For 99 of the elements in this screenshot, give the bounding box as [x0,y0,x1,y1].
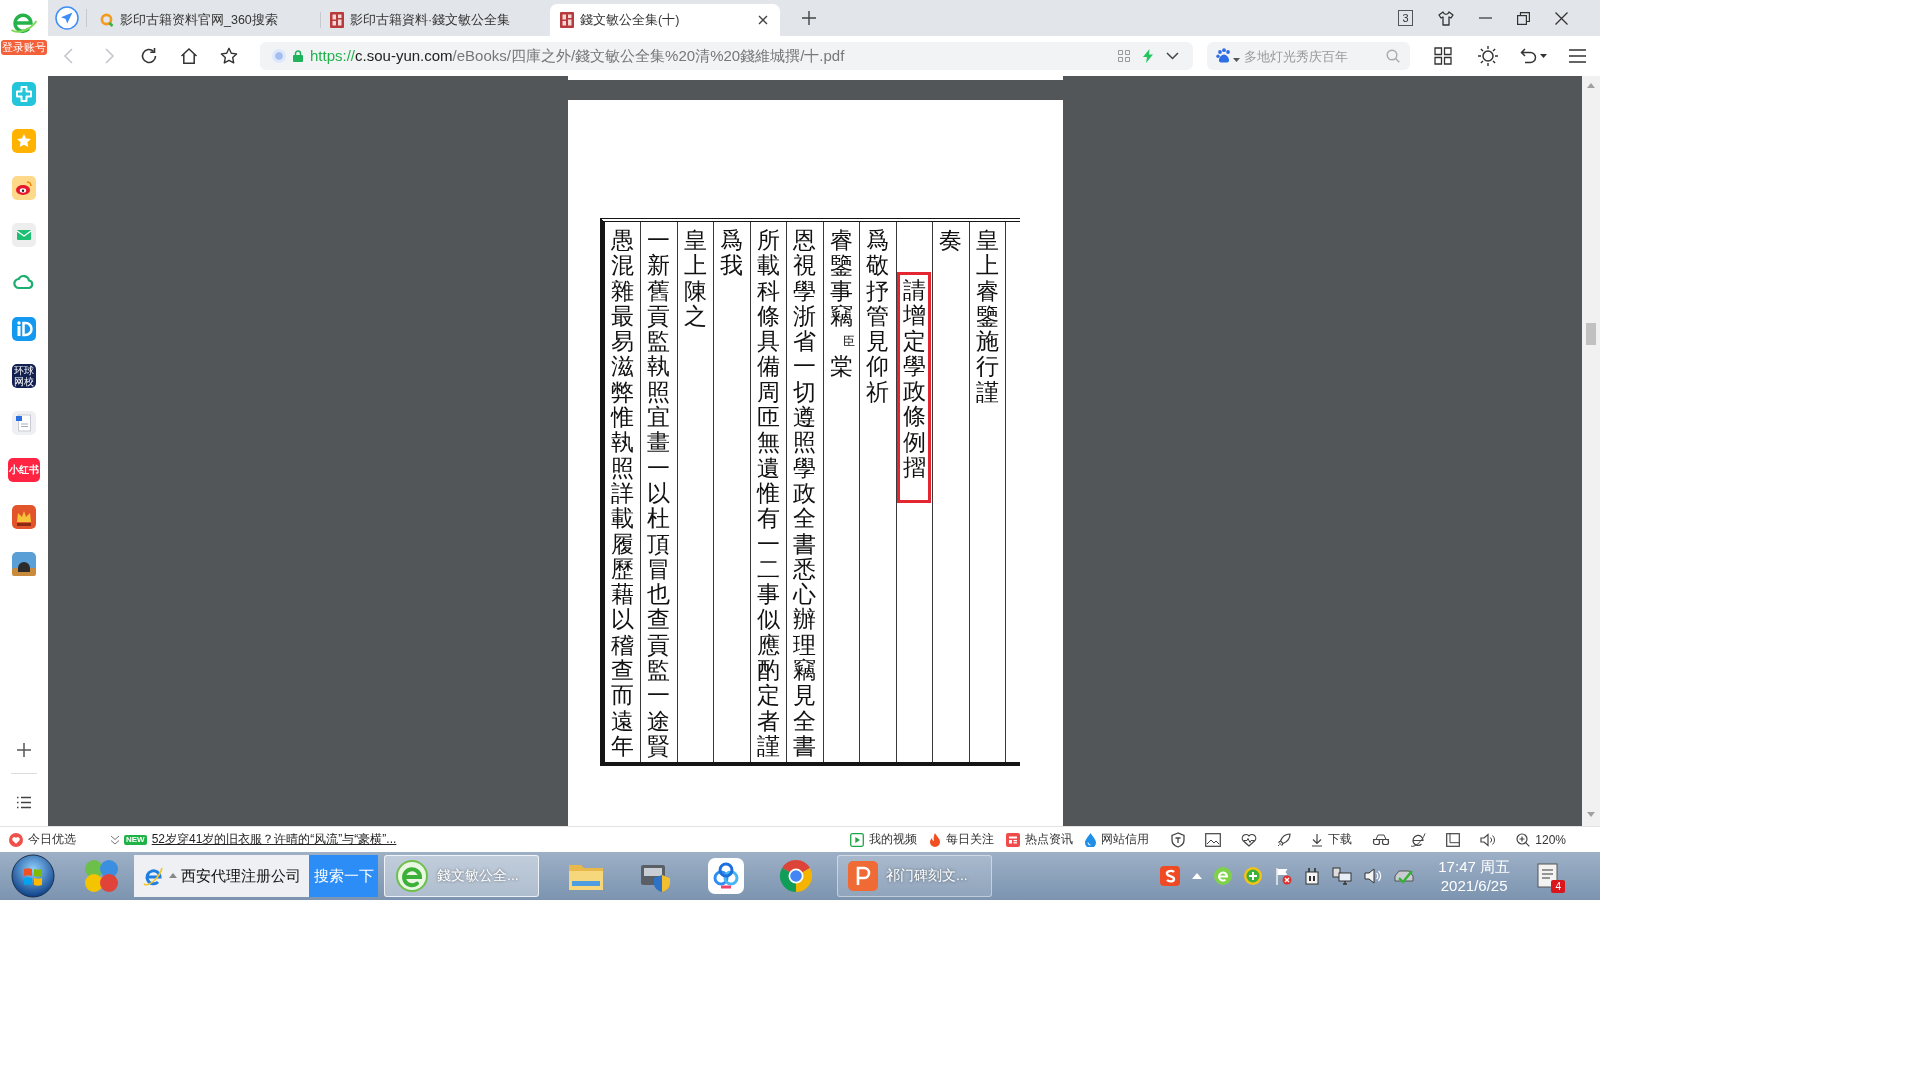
column-text: 爲我 [720,228,744,279]
qr-code-icon[interactable] [1118,50,1130,62]
notification-badge: 4 [1551,880,1565,893]
e-orbit-icon[interactable] [142,865,164,887]
tab-count[interactable]: 3 [1398,10,1413,26]
speaker-icon[interactable] [1480,832,1497,847]
rocket-icon[interactable] [1277,832,1292,847]
column-text: 爲敬抒管見仰祈 [866,228,890,406]
heart-pulse-icon[interactable] [1241,832,1258,847]
network-monitor-icon[interactable] [1332,867,1353,885]
browser-tab[interactable]: 影印古籍资料官网_360搜索 [90,4,320,36]
caret-icon[interactable] [1233,58,1240,62]
crown-tile-icon[interactable] [12,505,36,529]
mail-icon[interactable] [12,223,36,247]
column-text: 皇上陳之 [683,228,707,330]
grid-icon[interactable] [1434,47,1452,65]
download-icon [1311,832,1324,847]
circle-e-icon [395,859,429,893]
scrollbar-thumb[interactable] [1586,323,1596,345]
seal-favicon-icon [560,12,574,28]
scroll-down-icon[interactable] [1587,812,1595,817]
newspaper-icon [1006,832,1021,847]
close-icon[interactable] [758,15,768,25]
seal-favicon-icon [330,12,344,28]
paw-icon[interactable] [1216,48,1232,63]
status-link[interactable]: 我的视频 [850,831,918,848]
star-tile-icon[interactable] [12,129,36,153]
helmet-tile-icon[interactable] [12,552,36,576]
plug-device-icon[interactable] [1304,867,1321,885]
status-link[interactable]: 每日关注 [929,831,995,848]
tricolor-circle-icon[interactable] [779,859,813,893]
circle-e-icon[interactable] [1214,867,1233,885]
new-badge: NEW [124,834,147,845]
download-link[interactable]: 下载 [1311,831,1353,848]
lock-icon [293,50,303,62]
menu-icon[interactable] [1569,49,1586,63]
column-text: 睿鑒事竊 [829,228,853,330]
status-link[interactable]: 网站信用 [1085,831,1150,848]
chevron-down-icon[interactable] [1166,52,1179,60]
undo-icon[interactable] [1520,48,1537,64]
tray-expand-icon[interactable] [1192,873,1203,879]
notification-icon[interactable] [1536,863,1560,889]
e-swoosh-icon[interactable] [1410,831,1427,848]
glasses-icon[interactable] [1372,833,1391,846]
play-icon [850,832,865,847]
zoom-in-icon [1516,832,1531,847]
scrollbar[interactable] [1582,76,1600,826]
flag-error-icon[interactable] [1274,867,1293,885]
address-field[interactable]: https://c.sou-yun.com/eBooks/四庫之外/錢文敏公全集%20清%20錢維城撰/十.pdf [260,42,1193,70]
home-icon[interactable] [180,47,198,65]
column-text: 皇上睿鑒施行謹 [975,228,999,406]
shield-icon[interactable] [1171,831,1186,848]
ring-favicon-icon [100,13,114,27]
scroll-up-icon[interactable] [1587,83,1595,88]
circle-plus-icon[interactable] [1244,867,1263,885]
start-orb-icon[interactable] [11,854,55,898]
search-field[interactable]: 多地灯光秀庆百年 [1207,42,1410,70]
app-shortcut[interactable]: 小红书 [8,458,40,482]
four-balls-icon[interactable] [84,859,120,893]
add-icon[interactable] [16,742,32,758]
brightness-icon[interactable] [1478,46,1498,66]
window-icon[interactable] [1446,832,1461,847]
column-text: 請增定學政條例摺 [902,278,926,481]
ring-bar-logo-icon[interactable] [12,317,36,341]
drive-check-icon[interactable] [1394,867,1415,885]
flame-icon [929,832,942,847]
app-shortcut[interactable]: 环球网校 [12,364,36,388]
column-text: 奏 [939,228,963,254]
news-link[interactable]: 52岁穿41岁的旧衣服？许晴的“风流”与“豪横”... [151,831,397,848]
browser-tab[interactable]: 影印古籍資料·錢文敏公全集 [320,4,550,36]
image-icon[interactable] [1205,832,1222,847]
close-icon[interactable] [1555,11,1568,25]
column-text: 恩視學浙省一切遵照學政全書悉心辦理竊見全書 [793,228,817,760]
zoom-control[interactable]: 120% [1516,832,1566,847]
drop-icon [1085,832,1097,847]
status-link[interactable]: 热点资讯 [1006,831,1074,848]
list-icon[interactable] [16,796,32,809]
p-tile-icon [848,861,878,891]
column-text: 棠 [829,354,853,380]
star-icon[interactable] [220,47,238,65]
speaker-icon[interactable] [1364,867,1383,885]
shirt-icon[interactable] [1438,10,1454,26]
small-note-text: 臣 [843,333,855,351]
daily-picks-link[interactable]: 今日优选 [9,831,76,848]
document-icon[interactable] [12,411,36,435]
rings-logo-icon[interactable] [708,858,744,894]
double-chevron-icon[interactable] [110,834,120,845]
search-field[interactable]: 西安代理注册公司 [134,855,309,897]
reload-icon[interactable] [140,47,158,65]
navigation-icon[interactable] [55,6,79,30]
eye-logo-icon[interactable] [12,176,36,200]
column-text: 愚混雜最易滋弊惟執照詳載履歷藉以稽查而遠年 [610,228,634,760]
new-tab-icon[interactable] [802,11,816,25]
column-text: 一新舊貢監執照宜畫一以杜頂冒也查貢監一途賢 [647,228,671,760]
caret-icon[interactable] [1540,54,1547,58]
browser-tab[interactable]: 錢文敏公全集(十) [550,4,780,36]
s-logo-icon[interactable] [1160,866,1181,886]
restore-icon[interactable] [1517,11,1530,25]
column-text: 所載科條具備周匝無遺惟有一二事似應酌定者謹 [756,228,780,760]
